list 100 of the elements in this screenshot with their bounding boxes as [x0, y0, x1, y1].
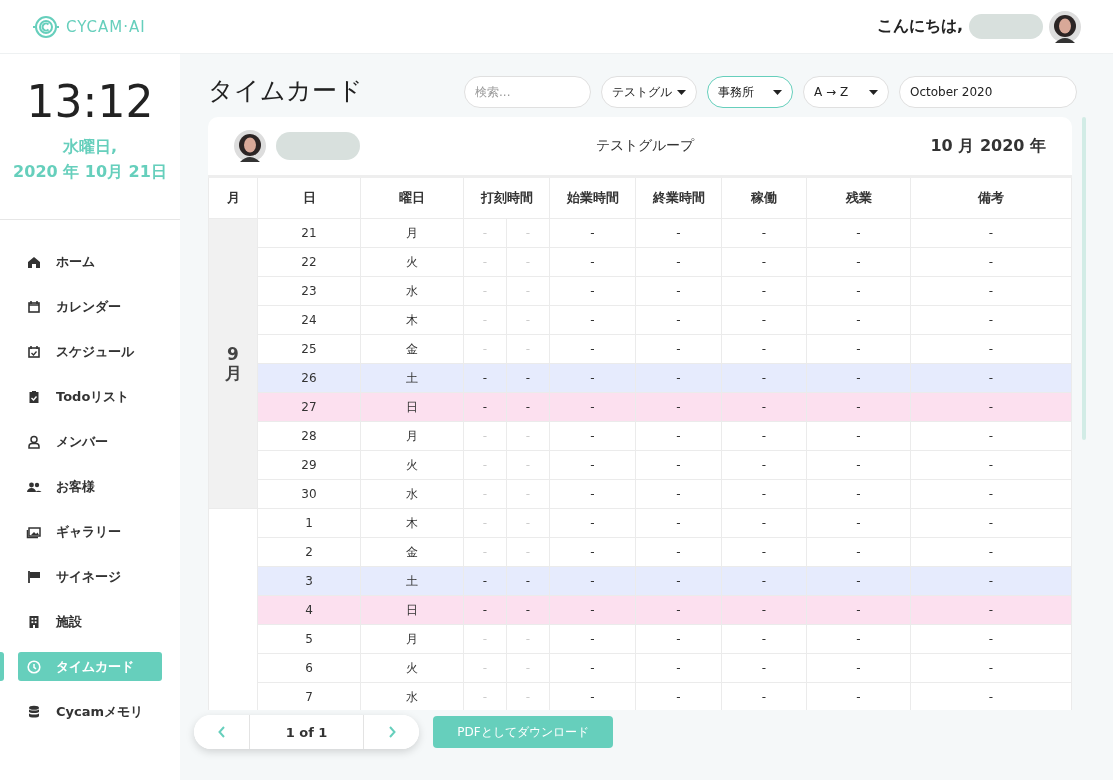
- table-cell: -: [806, 595, 911, 625]
- column-header: 月: [208, 178, 258, 219]
- table-cell: -: [806, 334, 911, 364]
- table-cell: -: [506, 218, 550, 248]
- table-cell: -: [506, 421, 550, 451]
- day-cell: 26: [257, 363, 361, 393]
- chevron-right-icon: [387, 726, 396, 738]
- group-dropdown[interactable]: テストグル: [601, 76, 697, 108]
- nav-item[interactable]: ギャラリー: [18, 517, 162, 546]
- table-cell: -: [910, 276, 1072, 306]
- table-cell: -: [549, 450, 636, 480]
- table-cell: -: [549, 479, 636, 509]
- table-cell: -: [506, 624, 550, 654]
- table-cell: -: [549, 334, 636, 364]
- day-cell: 21: [257, 218, 361, 248]
- table-cell: -: [549, 305, 636, 335]
- table-cell: -: [463, 595, 507, 625]
- day-cell: 4: [257, 595, 361, 625]
- table-cell: -: [806, 218, 911, 248]
- table-cell: -: [463, 537, 507, 567]
- search-field[interactable]: 検索...: [464, 76, 591, 108]
- table-cell: -: [506, 247, 550, 277]
- month-field[interactable]: October 2020: [899, 76, 1077, 108]
- period-label: 10 月 2020 年: [930, 135, 1046, 157]
- weekday-cell: 金: [360, 537, 464, 567]
- nav-item[interactable]: お客様: [18, 472, 162, 501]
- table-cell: -: [910, 479, 1072, 509]
- table-cell: -: [506, 334, 550, 364]
- table-cell: -: [506, 305, 550, 335]
- table-cell: -: [506, 363, 550, 393]
- active-indicator: [0, 652, 4, 681]
- table-cell: -: [635, 537, 722, 567]
- calendar-check-icon: [26, 343, 42, 360]
- clock-icon: [26, 658, 42, 675]
- table-cell: -: [910, 247, 1072, 277]
- table-cell: -: [635, 392, 722, 422]
- table-cell: -: [549, 537, 636, 567]
- table-cell: -: [635, 305, 722, 335]
- day-cell: 3: [257, 566, 361, 596]
- table-cell: -: [806, 247, 911, 277]
- nav-item[interactable]: Todoリスト: [18, 382, 162, 411]
- column-header: 残業: [806, 178, 911, 219]
- table-cell: -: [910, 218, 1072, 248]
- table-cell: -: [506, 392, 550, 422]
- table-cell: -: [721, 334, 807, 364]
- table-cell: -: [721, 305, 807, 335]
- table-cell: -: [549, 595, 636, 625]
- nav-item[interactable]: 施設: [18, 607, 162, 636]
- weekday-cell: 月: [360, 218, 464, 248]
- table-cell: -: [463, 218, 507, 248]
- nav-item[interactable]: Cycamメモリ: [18, 697, 162, 726]
- table-cell: -: [721, 624, 807, 654]
- table-cell: -: [910, 450, 1072, 480]
- table-cell: -: [721, 566, 807, 596]
- nav-item[interactable]: ホーム: [18, 247, 162, 276]
- table-cell: -: [463, 624, 507, 654]
- nav-item[interactable]: カレンダー: [18, 292, 162, 321]
- caret-icon: [677, 89, 686, 95]
- day-cell: 29: [257, 450, 361, 480]
- flag-icon: [26, 568, 42, 585]
- next-page-button[interactable]: [364, 715, 419, 749]
- nav-item[interactable]: サイネージ: [18, 562, 162, 591]
- previous-page-button[interactable]: [194, 715, 249, 749]
- day-cell: 22: [257, 247, 361, 277]
- day-cell: 2: [257, 537, 361, 567]
- table-cell: -: [806, 566, 911, 596]
- nav-item[interactable]: スケジュール: [18, 337, 162, 366]
- weekday-text: 水曜日,: [61, 136, 119, 158]
- member-avatar: [234, 130, 266, 162]
- weekday-cell: 日: [360, 595, 464, 625]
- table-cell: -: [635, 450, 722, 480]
- caret-icon: [869, 89, 878, 95]
- weekday-cell: 土: [360, 363, 464, 393]
- table-cell: -: [549, 421, 636, 451]
- table-cell: -: [463, 363, 507, 393]
- column-header: 打刻時間: [463, 178, 550, 219]
- table-cell: -: [721, 479, 807, 509]
- weekday-cell: 火: [360, 450, 464, 480]
- table-cell: -: [635, 363, 722, 393]
- table-cell: -: [506, 566, 550, 596]
- table-cell: -: [635, 479, 722, 509]
- column-header: 日: [257, 178, 361, 219]
- office-dropdown[interactable]: 事務所: [707, 76, 793, 108]
- table-cell: -: [721, 392, 807, 422]
- table-cell: -: [463, 566, 507, 596]
- table-cell: -: [910, 305, 1072, 335]
- weekday-cell: 水: [360, 479, 464, 509]
- table-cell: -: [549, 508, 636, 538]
- sort-dropdown[interactable]: A → Z: [803, 76, 889, 108]
- table-cell: -: [806, 508, 911, 538]
- table-cell: -: [721, 653, 807, 683]
- table-cell: -: [506, 479, 550, 509]
- nav-item[interactable]: メンバー: [18, 427, 162, 456]
- table-cell: -: [463, 421, 507, 451]
- day-cell: 6: [257, 653, 361, 683]
- table-cell: -: [506, 653, 550, 683]
- table-cell: -: [910, 537, 1072, 567]
- table-cell: -: [910, 421, 1072, 451]
- table-cell: -: [721, 247, 807, 277]
- weekday-cell: 金: [360, 334, 464, 364]
